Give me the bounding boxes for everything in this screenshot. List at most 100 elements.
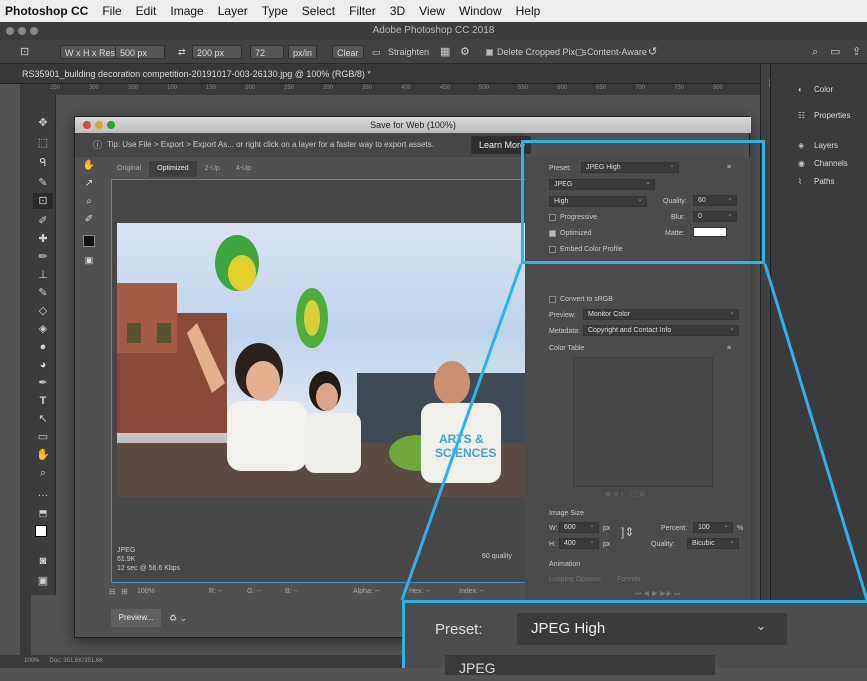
more-tools-icon[interactable]: … [33, 485, 53, 501]
readout-r: R: -- [209, 588, 223, 595]
zoom-out-icon[interactable]: ⊟ [109, 587, 116, 596]
eraser-tool-icon[interactable]: ◇ [33, 303, 53, 319]
tab-2-up[interactable]: 2-Up [197, 161, 228, 177]
preview-in-browser-button[interactable]: Preview... [111, 609, 161, 627]
workspace-icon[interactable]: ▭ [830, 45, 840, 59]
quick-mask-icon[interactable]: ◙ [33, 553, 53, 569]
pen-tool-icon[interactable]: ✒ [33, 375, 53, 391]
menu-3d[interactable]: 3D [390, 4, 405, 18]
dialog-zoom-button[interactable] [107, 121, 115, 129]
menu-type[interactable]: Type [262, 4, 288, 18]
menu-image[interactable]: Image [170, 4, 203, 18]
browser-select[interactable]: ♻ ⌄ [169, 609, 203, 627]
reset-icon[interactable]: ↺ [648, 45, 657, 59]
document-tab[interactable]: RS35901_building decoration competition-… [0, 64, 760, 84]
menu-window[interactable]: Window [459, 4, 502, 18]
dialog-minimize-button[interactable] [95, 121, 103, 129]
eyedropper-icon[interactable]: ✐ [82, 213, 96, 227]
minimize-window-button[interactable] [18, 27, 26, 35]
looping-select[interactable]: Forever [617, 574, 641, 585]
zoom-tool-icon[interactable]: ⌕ [82, 195, 96, 209]
panel-properties[interactable]: ☷ Properties [798, 110, 850, 122]
panel-channels[interactable]: ◉ Channels [798, 158, 848, 170]
color-table-actions: ◉ ⊕ ◐ ▢ ⊠ [605, 491, 646, 498]
slice-select-icon[interactable]: ↗ [82, 177, 96, 191]
content-aware-checkbox[interactable]: Content-Aware [576, 45, 647, 59]
tab-original[interactable]: Original [109, 161, 149, 177]
path-select-icon[interactable]: ↖ [33, 411, 53, 427]
crop-height-field[interactable]: 200 px [192, 45, 242, 59]
healing-tool-icon[interactable]: ✚ [33, 231, 53, 247]
paint-bucket-icon[interactable]: ◈ [33, 321, 53, 337]
close-window-button[interactable] [6, 27, 14, 35]
zoom-level-select[interactable]: 100% [137, 588, 155, 595]
eyedropper-tool-icon[interactable]: ✐ [33, 213, 53, 229]
menu-app[interactable]: Photoshop CC [5, 4, 88, 18]
panel-layers[interactable]: ◈ Layers [798, 140, 838, 152]
tab-4-up[interactable]: 4-Up [228, 161, 259, 177]
clear-button[interactable]: Clear [332, 45, 364, 59]
zoom-format-select[interactable]: JPEG [445, 655, 715, 676]
quick-select-tool-icon[interactable]: ✎ [33, 175, 53, 191]
type-tool-icon[interactable]: T [33, 393, 53, 409]
search-icon[interactable]: ⌕ [812, 45, 818, 59]
hand-tool-icon[interactable]: ✋ [82, 159, 96, 173]
animation-controls[interactable]: ⏮ ◀ ▶ ▶▶ ⏭ [635, 589, 680, 600]
overlay-grid-icon[interactable]: ▦ [440, 45, 450, 59]
brush-tool-icon[interactable]: ✏ [33, 249, 53, 265]
hand-tool-icon[interactable]: ✋ [33, 447, 53, 463]
menu-edit[interactable]: Edit [136, 4, 157, 18]
move-tool-icon[interactable]: ✥ [33, 115, 53, 131]
gear-icon[interactable]: ⚙ [460, 45, 470, 59]
eyedropper-color-swatch[interactable] [83, 235, 95, 247]
crop-tool-icon-active[interactable]: ⊡ [33, 193, 53, 209]
menu-file[interactable]: File [102, 4, 121, 18]
panel-color[interactable]: ◐ Color [798, 84, 833, 96]
resolution-field[interactable]: 72 [250, 45, 284, 59]
optimized-preview-pane[interactable]: ARTS & SCIENCES JPEG 61.9K 12 sec @ 56.6… [111, 179, 531, 583]
straighten-button[interactable]: Straighten [388, 45, 429, 59]
preview-color-select[interactable]: Monitor Color [583, 308, 739, 320]
color-table-menu-icon[interactable]: ≡ [727, 343, 731, 354]
lasso-tool-icon[interactable]: ᑫ [33, 155, 53, 171]
history-brush-icon[interactable]: ✎ [33, 285, 53, 301]
zoom-in-icon[interactable]: ⊞ [121, 587, 128, 596]
crop-width-field[interactable]: 500 px [115, 45, 165, 59]
swap-icon[interactable]: ⇄ [178, 45, 186, 59]
menu-filter[interactable]: Filter [349, 4, 376, 18]
convert-srgb-checkbox[interactable]: Convert to sRGB [549, 294, 613, 305]
menu-select[interactable]: Select [302, 4, 335, 18]
delete-cropped-checkbox[interactable]: Delete Cropped Pixels [486, 45, 587, 59]
height-field[interactable]: 400 [559, 537, 599, 549]
crop-tool-icon[interactable]: ⊡ [20, 45, 29, 59]
metadata-select[interactable]: Copyright and Contact Info [583, 324, 739, 336]
menu-help[interactable]: Help [516, 4, 541, 18]
dodge-tool-icon[interactable]: ◕ [33, 357, 53, 373]
color-table[interactable] [573, 357, 713, 487]
straighten-icon[interactable]: ▭ [372, 45, 381, 59]
rectangle-tool-icon[interactable]: ▭ [33, 429, 53, 445]
percent-field[interactable]: 100 [693, 521, 733, 533]
toggle-slices-icon[interactable]: ▣ [82, 253, 96, 267]
width-field[interactable]: 600 [559, 521, 599, 533]
resolution-unit-select[interactable]: px/in [288, 45, 318, 59]
share-icon[interactable]: ⇪ [852, 45, 861, 59]
swap-colors-icon[interactable]: ⬒ [33, 505, 53, 521]
marquee-tool-icon[interactable]: ⬚ [33, 135, 53, 151]
link-dimensions-icon[interactable]: ]⇕ [621, 526, 634, 538]
menu-layer[interactable]: Layer [218, 4, 248, 18]
layers-icon: ◈ [798, 141, 805, 150]
tab-optimized[interactable]: Optimized [149, 161, 197, 177]
dialog-close-button[interactable] [83, 121, 91, 129]
menu-view[interactable]: View [419, 4, 445, 18]
percent-label: Percent: [661, 525, 688, 532]
resample-select[interactable]: Bicubic [687, 537, 739, 549]
zoom-tool-icon[interactable]: ⌕ [33, 465, 53, 481]
zoom-window-button[interactable] [30, 27, 38, 35]
stamp-tool-icon[interactable]: ⊥ [33, 267, 53, 283]
panel-paths[interactable]: ⌇ Paths [798, 176, 834, 188]
zoom-preset-select[interactable]: JPEG High [517, 613, 787, 645]
blur-tool-icon[interactable]: ● [33, 339, 53, 355]
screen-mode-icon[interactable]: ▣ [33, 573, 53, 589]
foreground-color-swatch[interactable] [35, 525, 47, 537]
